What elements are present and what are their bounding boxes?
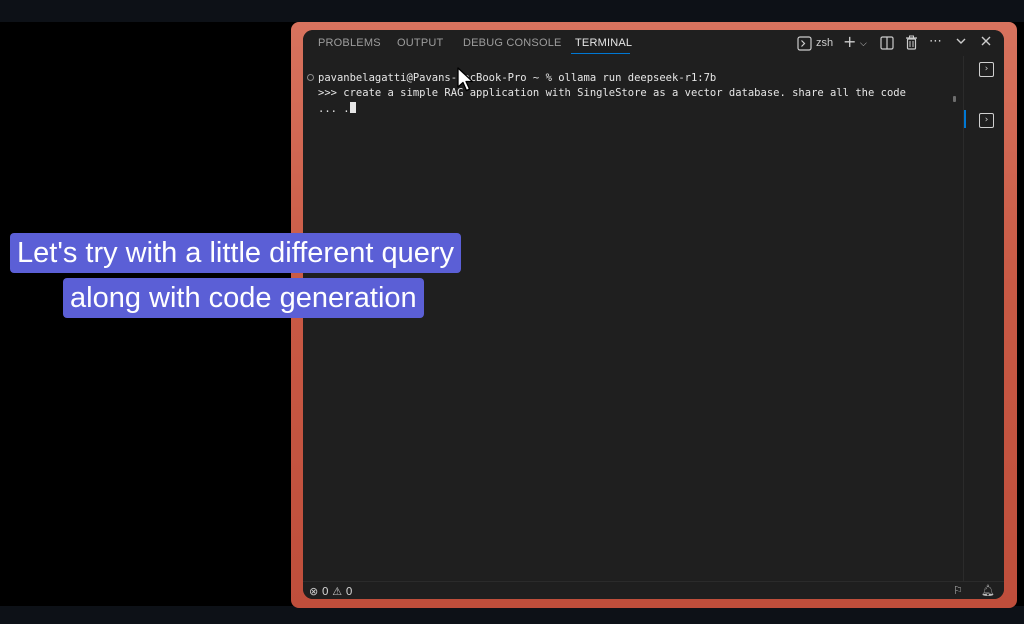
active-terminal-indicator bbox=[964, 110, 966, 128]
shell-label[interactable]: zsh bbox=[816, 37, 833, 49]
terminal-output[interactable]: pavanbelagatti@Pavans-MacBook-Pro ~ % ol… bbox=[303, 56, 963, 581]
panel-header: PROBLEMS OUTPUT DEBUG CONSOLE TERMINAL z… bbox=[303, 30, 1004, 56]
terminal-instance-active-icon[interactable]: › bbox=[979, 113, 994, 128]
terminal-line-input: >>> create a simple RAG application with… bbox=[318, 87, 906, 99]
tab-debug-console[interactable]: DEBUG CONSOLE bbox=[463, 37, 562, 49]
terminal-line-prompt: pavanbelagatti@Pavans-MacBook-Pro ~ % ol… bbox=[318, 72, 717, 84]
terminal-cursor bbox=[349, 102, 356, 113]
chevron-down-icon[interactable]: ⌵ bbox=[860, 36, 867, 52]
close-icon[interactable] bbox=[980, 35, 992, 52]
bell-icon[interactable]: 🔔︎ bbox=[981, 584, 995, 597]
screenshot-stage: PROBLEMS OUTPUT DEBUG CONSOLE TERMINAL z… bbox=[0, 0, 1024, 624]
problems-count[interactable]: ⊗ 0 ⚠ 0 bbox=[309, 585, 353, 598]
tab-terminal[interactable]: TERMINAL bbox=[575, 37, 632, 49]
feedback-icon[interactable]: ⚐ bbox=[953, 584, 963, 597]
mouse-pointer-icon bbox=[457, 67, 475, 98]
terminal-instance-icon[interactable]: › bbox=[979, 62, 994, 77]
continuation-text: ... . bbox=[318, 103, 350, 115]
command-decoration-icon[interactable] bbox=[307, 74, 314, 81]
plus-icon[interactable]: + bbox=[843, 34, 856, 50]
caption-line-1: Let's try with a little different query bbox=[10, 233, 461, 273]
collapse-panel-icon[interactable] bbox=[955, 35, 967, 52]
bottom-strip bbox=[0, 606, 1024, 624]
scrollbar-thumb[interactable] bbox=[953, 96, 956, 102]
trash-icon[interactable] bbox=[905, 35, 918, 55]
top-strip bbox=[0, 0, 1024, 22]
tab-problems[interactable]: PROBLEMS bbox=[318, 37, 381, 49]
ellipsis-icon[interactable]: ⋯ bbox=[929, 34, 942, 50]
terminal-tabs-list: › › bbox=[963, 56, 1004, 581]
active-tab-indicator bbox=[571, 53, 630, 54]
terminal-icon[interactable] bbox=[797, 36, 812, 56]
caption-line-2: along with code generation bbox=[63, 278, 424, 318]
status-bar: ⊗ 0 ⚠ 0 ⚐ 🔔︎ bbox=[303, 581, 1004, 599]
terminal-line-continuation: ... . bbox=[318, 102, 356, 115]
tab-output[interactable]: OUTPUT bbox=[397, 37, 443, 49]
split-terminal-icon[interactable] bbox=[880, 36, 894, 55]
